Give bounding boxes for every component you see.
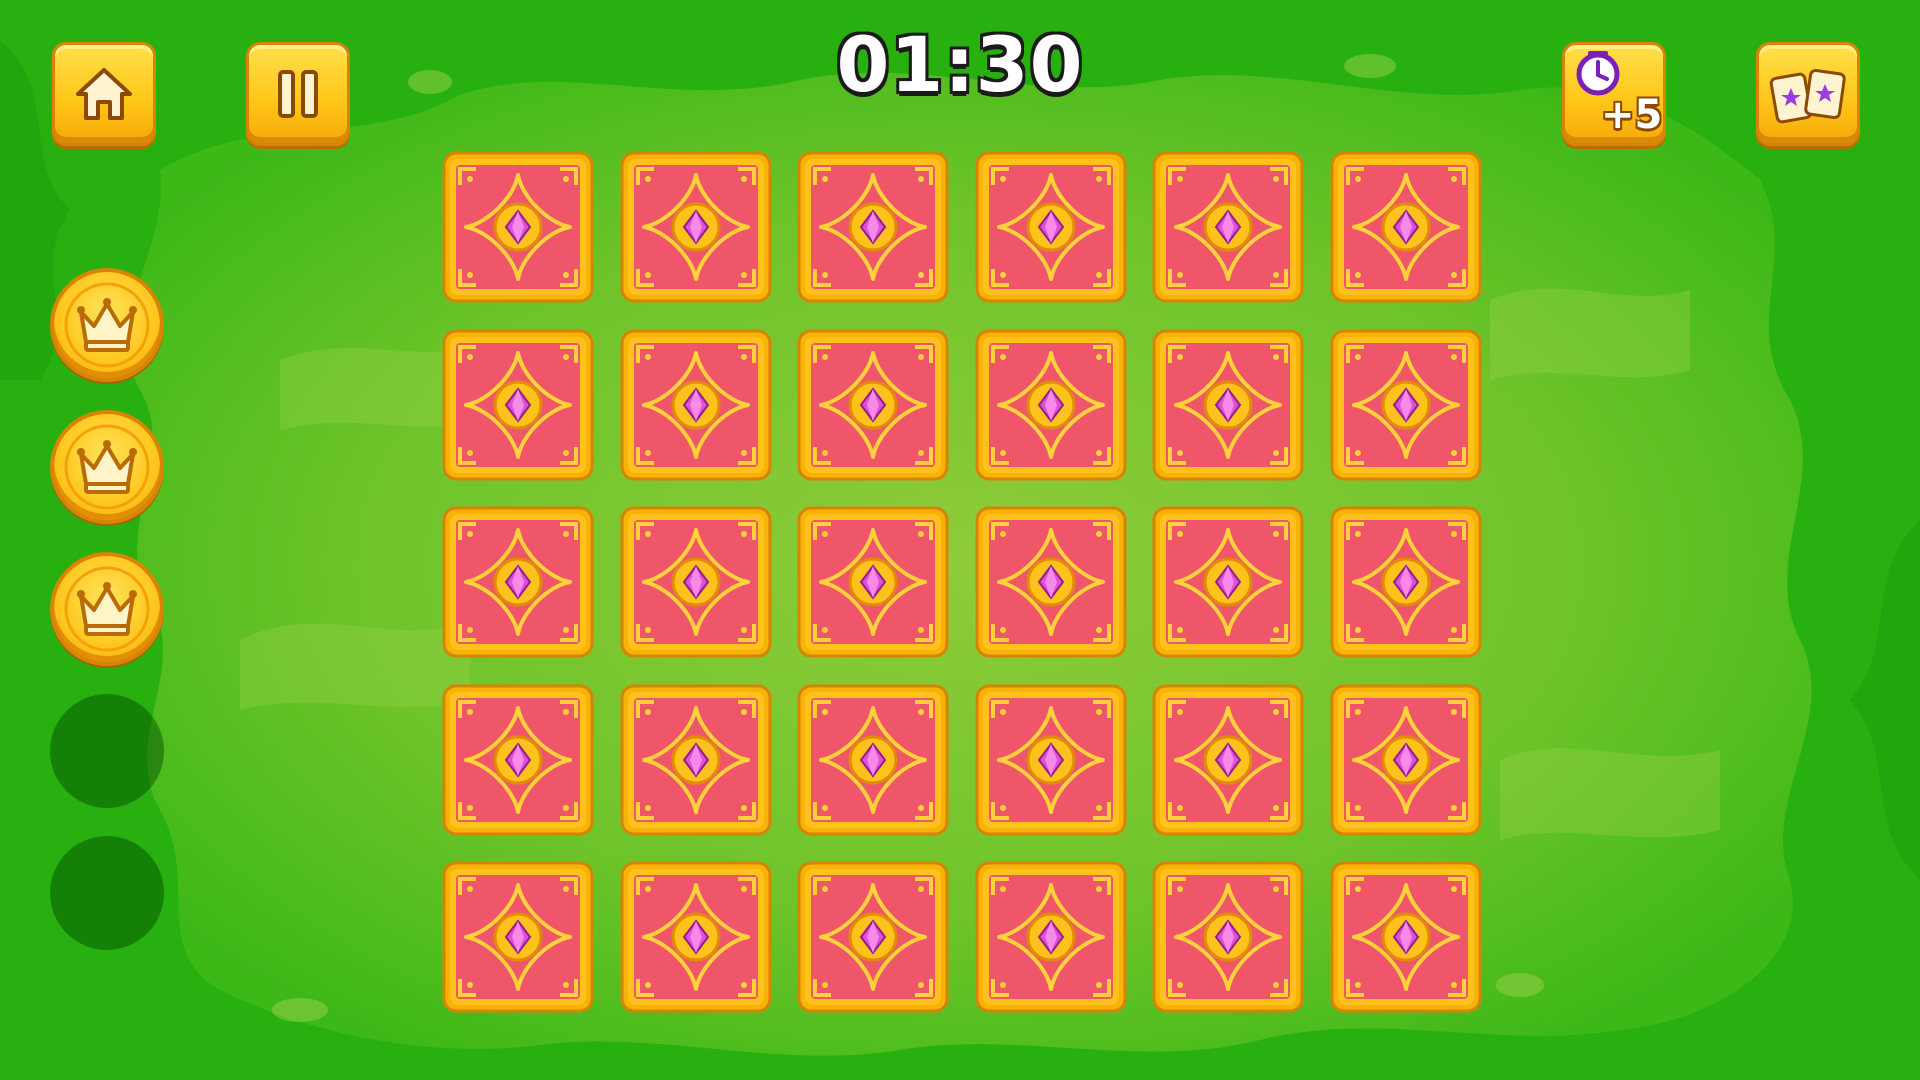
memory-card[interactable] — [620, 684, 772, 836]
memory-card[interactable] — [1152, 329, 1304, 481]
gem-emblem-icon — [620, 684, 772, 836]
memory-card[interactable] — [442, 151, 594, 303]
gem-emblem-icon — [975, 151, 1127, 303]
gem-emblem-icon — [620, 329, 772, 481]
memory-card[interactable] — [1152, 861, 1304, 1013]
gem-emblem-icon — [1330, 151, 1482, 303]
gem-emblem-icon — [1330, 861, 1482, 1013]
memory-card[interactable] — [1152, 506, 1304, 658]
crown-slot-earned — [50, 552, 164, 666]
card-board — [442, 151, 1482, 1013]
crown-slot-empty — [50, 694, 164, 808]
memory-card[interactable] — [975, 684, 1127, 836]
memory-card[interactable] — [442, 329, 594, 481]
memory-card[interactable] — [442, 684, 594, 836]
memory-card[interactable] — [442, 506, 594, 658]
gem-emblem-icon — [1330, 506, 1482, 658]
memory-card[interactable] — [797, 861, 949, 1013]
reveal-cards-button[interactable] — [1756, 42, 1860, 146]
memory-card[interactable] — [797, 151, 949, 303]
memory-card[interactable] — [620, 329, 772, 481]
memory-card[interactable] — [1330, 861, 1482, 1013]
gem-emblem-icon — [1152, 151, 1304, 303]
memory-card[interactable] — [1152, 684, 1304, 836]
memory-card[interactable] — [797, 506, 949, 658]
memory-card[interactable] — [442, 861, 594, 1013]
gem-emblem-icon — [620, 151, 772, 303]
time-bonus-button[interactable]: +5 — [1562, 42, 1666, 146]
memory-card[interactable] — [797, 329, 949, 481]
gem-emblem-icon — [620, 861, 772, 1013]
memory-card[interactable] — [975, 861, 1127, 1013]
crown-slot-empty — [50, 836, 164, 950]
memory-card[interactable] — [797, 684, 949, 836]
memory-card[interactable] — [1330, 329, 1482, 481]
gem-emblem-icon — [975, 684, 1127, 836]
gem-emblem-icon — [442, 329, 594, 481]
memory-card[interactable] — [1152, 151, 1304, 303]
gem-emblem-icon — [1330, 684, 1482, 836]
gem-emblem-icon — [1152, 861, 1304, 1013]
home-icon — [76, 68, 132, 120]
gem-emblem-icon — [975, 861, 1127, 1013]
gem-emblem-icon — [1152, 684, 1304, 836]
crown-slot-earned — [50, 268, 164, 382]
gem-emblem-icon — [797, 151, 949, 303]
gem-emblem-icon — [975, 506, 1127, 658]
gem-emblem-icon — [797, 684, 949, 836]
gem-emblem-icon — [1330, 329, 1482, 481]
memory-card[interactable] — [1330, 684, 1482, 836]
countdown-timer: 01:30 — [836, 20, 1084, 109]
crown-icon — [64, 424, 150, 510]
gem-emblem-icon — [442, 684, 594, 836]
gem-emblem-icon — [797, 329, 949, 481]
crown-icon — [64, 566, 150, 652]
gem-emblem-icon — [797, 506, 949, 658]
gem-emblem-icon — [1152, 506, 1304, 658]
star-cards-icon — [1769, 68, 1846, 124]
pause-button[interactable] — [246, 42, 350, 146]
gem-emblem-icon — [1152, 329, 1304, 481]
gem-emblem-icon — [797, 861, 949, 1013]
gem-emblem-icon — [442, 506, 594, 658]
memory-card[interactable] — [1330, 506, 1482, 658]
memory-card[interactable] — [1330, 151, 1482, 303]
gem-emblem-icon — [975, 329, 1127, 481]
time-bonus-label: +5 — [1601, 92, 1663, 138]
memory-card[interactable] — [975, 151, 1127, 303]
crown-icon — [64, 282, 150, 368]
gem-emblem-icon — [442, 861, 594, 1013]
home-button[interactable] — [52, 42, 156, 146]
gem-emblem-icon — [442, 151, 594, 303]
memory-card[interactable] — [620, 151, 772, 303]
crown-slot-earned — [50, 410, 164, 524]
memory-card[interactable] — [975, 506, 1127, 658]
pause-icon — [278, 70, 318, 118]
memory-card[interactable] — [975, 329, 1127, 481]
gem-emblem-icon — [620, 506, 772, 658]
memory-card[interactable] — [620, 506, 772, 658]
memory-card[interactable] — [620, 861, 772, 1013]
game-screen: 01:30 +5 — [0, 0, 1920, 1080]
